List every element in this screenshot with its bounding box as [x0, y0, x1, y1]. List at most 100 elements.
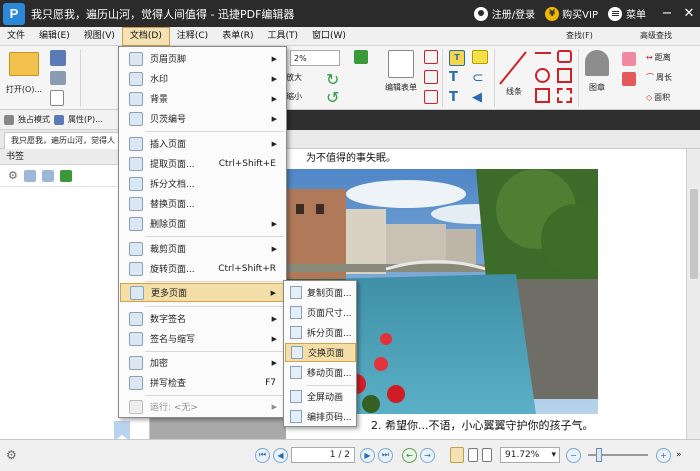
menu-icon[interactable]	[608, 6, 622, 21]
gear-icon[interactable]: ⚙	[8, 169, 18, 182]
menu-item-spell-check[interactable]: 拼写检查 F7	[120, 373, 285, 392]
vertical-scrollbar[interactable]	[686, 149, 700, 439]
note-icon[interactable]	[472, 50, 488, 64]
minimize-icon[interactable]: −	[656, 0, 678, 27]
menu-item-background[interactable]: 背景 ▶	[120, 89, 285, 108]
submenu-item-swap-page[interactable]: 交换页面	[285, 343, 356, 362]
menu-item-digital-signature[interactable]: 数字签名 ▶	[120, 309, 285, 328]
polygon-shape-icon[interactable]	[557, 50, 572, 63]
menu-item-split-document[interactable]: 拆分文档...	[120, 174, 285, 193]
chevron-down-icon[interactable]: ▾	[551, 450, 556, 460]
pencil-icon[interactable]	[622, 72, 636, 86]
lines-dropdown[interactable]: 线条	[506, 86, 522, 97]
checkbox-field-icon[interactable]	[424, 70, 438, 84]
bookmark-new-icon[interactable]	[59, 169, 72, 182]
menu-window[interactable]: 窗口(W)	[305, 27, 353, 46]
exclusive-mode-button[interactable]: 独占模式	[18, 114, 50, 125]
advanced-find-button[interactable]: 高级查找	[640, 30, 672, 41]
menu-document[interactable]: 文档(D)	[121, 26, 170, 46]
menu-item-bates-number[interactable]: 贝茨编号 ▶	[120, 109, 285, 128]
submenu-item-move-page[interactable]: 移动页面...	[285, 363, 356, 382]
menu-item-watermark[interactable]: 水印 ▶	[120, 69, 285, 88]
bookmark-expand-icon[interactable]	[41, 169, 54, 182]
add-icon[interactable]	[354, 50, 368, 64]
menu-tools[interactable]: 工具(T)	[260, 27, 305, 46]
menu-view[interactable]: 视图(V)	[77, 27, 122, 46]
buy-vip-link[interactable]: 购买VIP	[562, 6, 598, 21]
strikeout-icon[interactable]: T	[449, 70, 458, 85]
menu-item-delete-page[interactable]: 删除页面 ▶	[120, 214, 285, 233]
last-page-button[interactable]: ⏭	[378, 446, 393, 464]
menu-item-header-footer[interactable]: 页眉页脚 ▶	[120, 49, 285, 68]
submenu-item-fullscreen-animation[interactable]: 全屏动画	[285, 387, 356, 406]
main-menu-link[interactable]: 菜单	[626, 6, 646, 21]
edit-form-button[interactable]: 编辑表单	[384, 50, 418, 93]
continuous-view-button[interactable]	[468, 446, 478, 464]
bookmark-icon[interactable]	[114, 421, 130, 441]
circle-shape-icon[interactable]	[535, 68, 550, 83]
menu-item-replace-page[interactable]: 替换页面...	[120, 194, 285, 213]
attach-icon[interactable]: ⊂	[472, 70, 484, 86]
zoom-in-button[interactable]: 放大	[286, 72, 302, 83]
facing-view-button[interactable]	[482, 446, 492, 464]
menu-item-insert-page[interactable]: 插入页面 ▶	[120, 134, 285, 153]
document-tab[interactable]: 我只愿我，遍历山河，觉得人	[4, 132, 122, 149]
settings-gear-icon[interactable]: ⚙	[6, 446, 17, 464]
text-field-icon[interactable]	[424, 50, 438, 64]
menu-item-extract-page[interactable]: 提取页面... Ctrl+Shift+E	[120, 154, 285, 173]
submenu-item-page-size[interactable]: 页面尺寸...	[285, 303, 356, 322]
prev-page-button[interactable]: ◀	[273, 446, 288, 464]
perimeter-tool[interactable]: ⌒ 周长	[646, 72, 672, 83]
rect-shape-icon[interactable]	[535, 88, 550, 103]
line-tool[interactable]	[498, 50, 528, 86]
next-page-button[interactable]: ▶	[360, 446, 375, 464]
radio-field-icon[interactable]	[424, 90, 438, 104]
rotate-icon[interactable]: ↻	[326, 70, 339, 89]
cloud-shape-icon[interactable]	[557, 68, 572, 83]
menu-edit[interactable]: 编辑(E)	[32, 27, 77, 46]
text-tool-icon[interactable]: T	[449, 50, 465, 66]
submenu-item-copy-page[interactable]: 复制页面...	[285, 283, 356, 302]
zoom-out-status-button[interactable]: −	[566, 446, 581, 464]
menu-item-rotate-page[interactable]: 旋转页面... Ctrl+Shift+R	[120, 259, 285, 278]
user-icon[interactable]	[473, 6, 488, 21]
first-page-button[interactable]: ⏮	[255, 446, 270, 464]
more-options-button[interactable]: »	[676, 446, 682, 464]
sound-icon[interactable]: ◀	[472, 90, 482, 105]
menu-file[interactable]: 文件	[0, 27, 32, 46]
back-button[interactable]: ←	[402, 446, 417, 464]
bookmark-add-icon[interactable]	[23, 169, 36, 182]
distance-tool[interactable]: ↔ 距离	[646, 52, 671, 63]
find-button[interactable]: 查找(F)	[566, 30, 593, 41]
save-button[interactable]	[50, 50, 66, 66]
menu-item-sign-initials[interactable]: 签名与缩写 ▶	[120, 329, 285, 348]
zoom-in-status-button[interactable]: +	[656, 446, 671, 464]
hand-icon[interactable]	[4, 114, 14, 125]
close-icon[interactable]: ✕	[678, 0, 700, 27]
zoom-input[interactable]: 91.72% ▾	[500, 446, 560, 464]
rotate-back-icon[interactable]: ↺	[326, 88, 339, 107]
stamp-button[interactable]: 图章	[580, 50, 614, 93]
menu-form[interactable]: 表单(R)	[215, 27, 260, 46]
single-page-view-button[interactable]	[450, 446, 464, 464]
new-doc-button[interactable]	[50, 90, 64, 106]
dashed-rect-icon[interactable]	[557, 88, 572, 103]
underline-icon[interactable]: T	[449, 90, 458, 105]
login-link[interactable]: 注册/登录	[492, 6, 535, 21]
properties-button[interactable]: 属性(P)...	[68, 114, 103, 125]
submenu-item-page-numbering[interactable]: 编排页码...	[285, 407, 356, 426]
page-number-input[interactable]: 1 / 2	[291, 446, 355, 464]
zoom-out-button[interactable]: 缩小	[286, 91, 302, 102]
print-button[interactable]	[50, 71, 66, 85]
area-tool[interactable]: ◇ 面积	[646, 92, 670, 103]
arrow-shape-icon[interactable]	[535, 52, 551, 54]
open-button[interactable]: 打开(O)...	[4, 52, 44, 95]
zoom-select[interactable]: 2%	[290, 50, 340, 66]
zoom-slider-knob[interactable]	[596, 448, 602, 462]
menu-item-crop-page[interactable]: 裁剪页面 ▶	[120, 239, 285, 258]
menu-comment[interactable]: 注释(C)	[170, 27, 215, 46]
scroll-thumb[interactable]	[690, 189, 698, 279]
forward-button[interactable]: →	[420, 446, 435, 464]
menu-item-more-pages[interactable]: 更多页面 ▶	[120, 283, 285, 302]
eraser-icon[interactable]	[622, 52, 636, 66]
